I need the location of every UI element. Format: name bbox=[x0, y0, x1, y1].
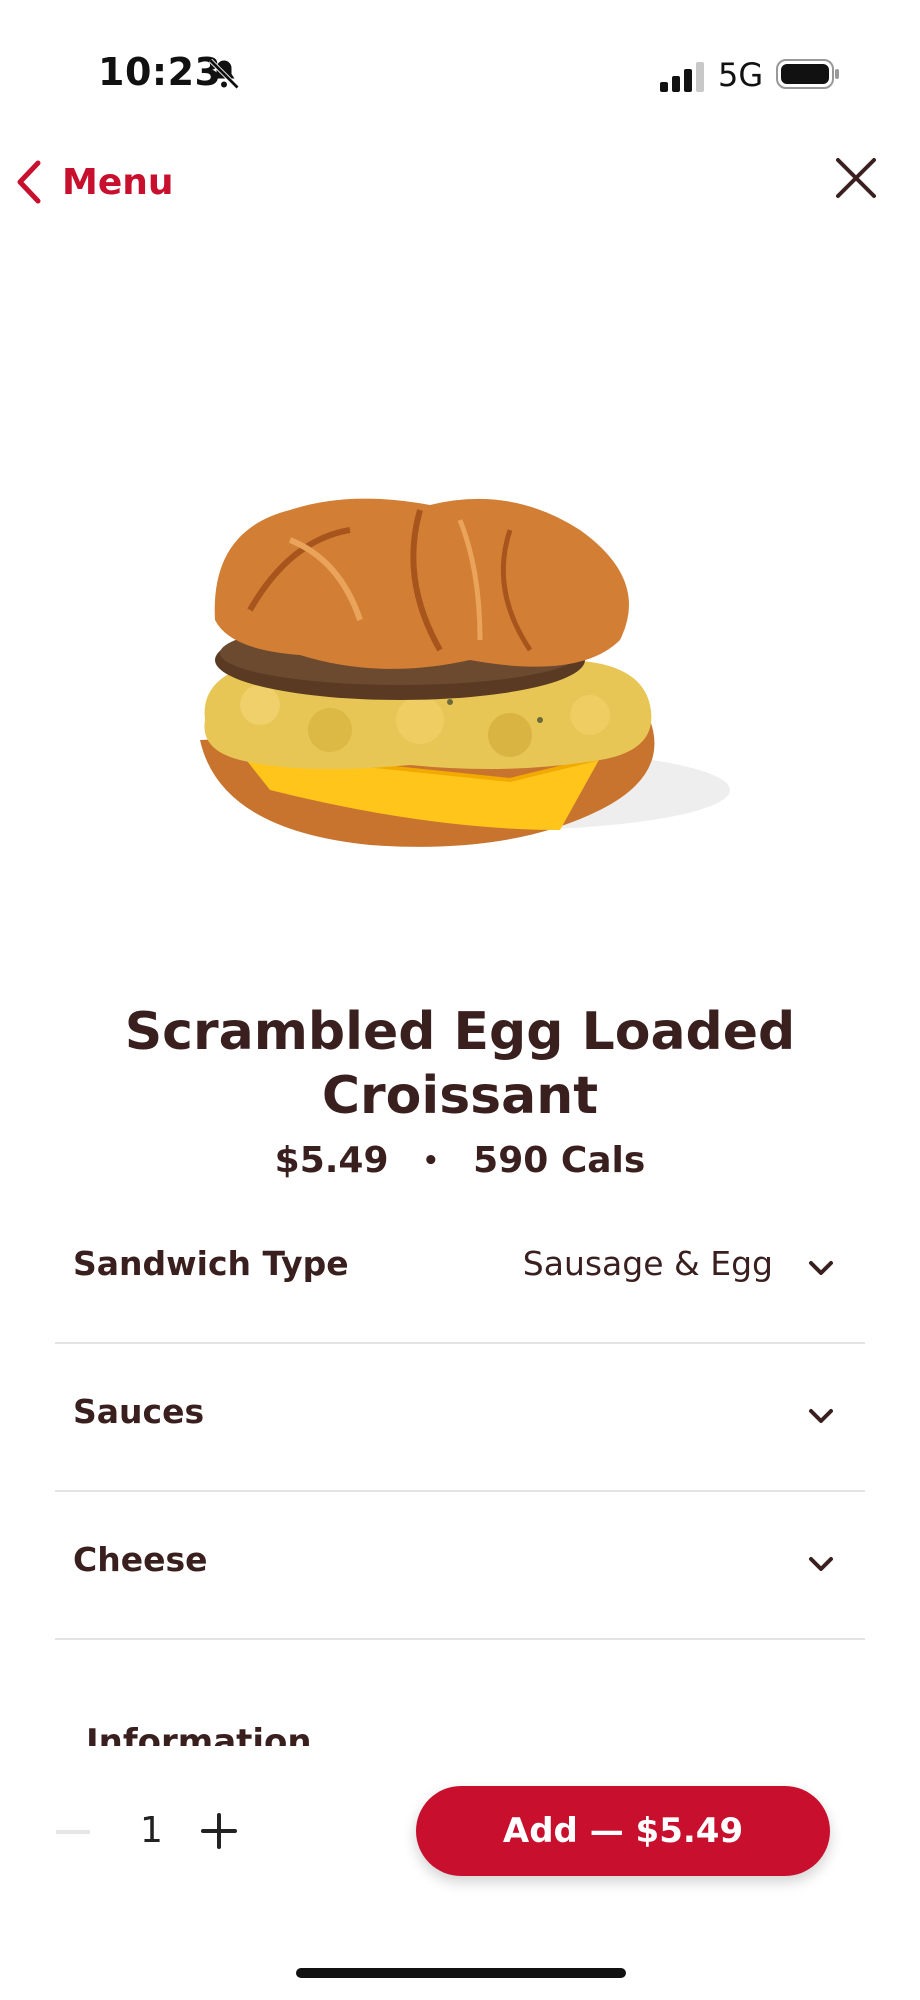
product-title: Scrambled Egg Loaded Croissant bbox=[124, 1002, 796, 1126]
option-value: Sausage & Egg bbox=[522, 1244, 773, 1283]
decrease-quantity-button[interactable] bbox=[56, 1830, 90, 1834]
back-label: Menu bbox=[62, 161, 174, 203]
chevron-down-icon bbox=[809, 1261, 833, 1275]
home-indicator bbox=[296, 1968, 626, 1978]
add-to-order-button[interactable]: Add — $5.49 bbox=[416, 1786, 830, 1876]
silent-bell-icon bbox=[208, 58, 240, 90]
cellular-signal-icon bbox=[660, 62, 704, 92]
back-button[interactable]: Menu bbox=[14, 154, 174, 210]
product-meta: $5.49 • 590 Cals bbox=[60, 1140, 860, 1181]
product-image bbox=[200, 498, 730, 847]
option-label: Cheese bbox=[73, 1540, 208, 1579]
chevron-down-icon bbox=[809, 1409, 833, 1423]
network-type: 5G bbox=[718, 56, 764, 94]
option-label: Sandwich Type bbox=[73, 1244, 349, 1283]
close-icon[interactable] bbox=[828, 150, 884, 206]
battery-icon bbox=[776, 59, 839, 89]
option-row-sandwich-type[interactable]: Sandwich Type Sausage & Egg bbox=[55, 1194, 865, 1344]
quantity-value: 1 bbox=[140, 1810, 163, 1851]
information-heading: Information bbox=[86, 1722, 312, 1746]
increase-quantity-button[interactable] bbox=[200, 1812, 238, 1850]
chevron-down-icon bbox=[809, 1557, 833, 1571]
chevron-left-icon bbox=[17, 160, 41, 204]
option-row-sauces[interactable]: Sauces bbox=[55, 1342, 865, 1492]
product-calories: 590 Cals bbox=[473, 1140, 646, 1181]
option-row-cheese[interactable]: Cheese bbox=[55, 1490, 865, 1640]
meta-separator: • bbox=[422, 1145, 440, 1176]
status-time: 10:23 bbox=[98, 50, 222, 94]
option-label: Sauces bbox=[73, 1392, 205, 1431]
product-price: $5.49 bbox=[274, 1140, 389, 1181]
